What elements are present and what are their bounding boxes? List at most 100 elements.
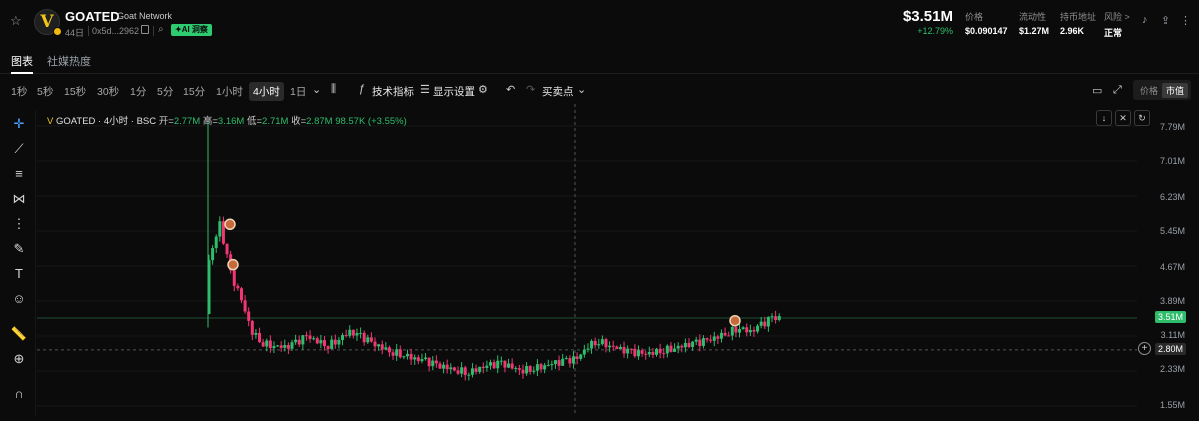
fullscreen-icon[interactable]: ⤢ <box>1113 84 1122 97</box>
candle-body <box>608 345 612 348</box>
arrow-down-icon[interactable]: ↓ <box>1096 110 1112 126</box>
interval-1s[interactable]: 1秒 <box>11 84 27 99</box>
contract-address[interactable]: 0x5d...2962 <box>92 26 139 36</box>
candle-body <box>756 325 760 332</box>
toggle-price[interactable]: 价格 <box>1136 83 1162 98</box>
stat-value: 2.96K <box>1060 26 1085 36</box>
tab-chart[interactable]: 图表 <box>11 53 33 69</box>
candle-body <box>655 348 659 355</box>
legend-low: 2.71M <box>262 116 289 127</box>
candle-type-icon[interactable]: ⫼ <box>331 83 336 96</box>
interval-5m[interactable]: 5分 <box>157 84 173 99</box>
indicators-icon[interactable]: ƒ <box>359 83 365 95</box>
legend-title: GOATED · 4小时 · BSC <box>55 116 157 127</box>
y-tick: 1.55M <box>1159 400 1185 410</box>
interval-1d[interactable]: 1日 <box>290 84 306 99</box>
gear-icon[interactable]: ⚙ <box>478 83 488 96</box>
candle-body <box>727 335 731 337</box>
legend-high: 3.16M <box>217 116 245 127</box>
copy-icon[interactable] <box>141 25 149 34</box>
candle-body <box>416 357 420 362</box>
tab-social[interactable]: 社媒热度 <box>47 53 91 69</box>
layout-icon[interactable]: ▭ <box>1092 84 1102 97</box>
trade-points-button[interactable]: 买卖点 <box>542 84 574 99</box>
zoom-icon[interactable]: ⊕ <box>10 350 28 368</box>
toggle-mcap[interactable]: 市值 <box>1162 83 1189 98</box>
candle-body <box>485 365 489 368</box>
refresh-icon[interactable]: ↻ <box>1134 110 1150 126</box>
candle-body <box>315 338 319 344</box>
candlestick-chart[interactable] <box>37 104 1199 416</box>
interval-30s[interactable]: 30秒 <box>97 84 119 99</box>
price-chart[interactable] <box>37 104 1199 416</box>
candle-body <box>434 360 438 364</box>
text-icon[interactable]: T <box>10 265 28 283</box>
magnet-icon[interactable]: ∩ <box>10 385 28 403</box>
ai-insight-badge[interactable]: ✦AI 洞察 <box>171 24 212 36</box>
candle-body <box>615 346 619 349</box>
candle-body <box>709 339 713 341</box>
candle-body <box>268 340 272 349</box>
display-icon[interactable]: ☰ <box>420 83 430 96</box>
candle-body <box>463 367 467 376</box>
interval-1m[interactable]: 1分 <box>130 84 146 99</box>
candle-body <box>590 340 594 349</box>
candle-body <box>341 335 345 340</box>
candle-body <box>546 365 550 367</box>
candle-body <box>312 338 316 340</box>
candle-body <box>734 326 738 333</box>
candle-body <box>319 340 323 344</box>
display-settings-button[interactable]: 显示设置 <box>433 84 475 99</box>
interval-15s[interactable]: 15秒 <box>64 84 86 99</box>
candle-body <box>662 353 666 355</box>
pattern-icon[interactable]: ⋈ <box>10 190 28 208</box>
interval-15m[interactable]: 15分 <box>183 84 205 99</box>
candle-body <box>456 370 460 374</box>
indicators-button[interactable]: 技术指标 <box>372 84 414 99</box>
chevron-down-icon[interactable]: ⌄ <box>312 83 321 96</box>
interval-1h[interactable]: 1小时 <box>216 84 243 99</box>
star-icon[interactable]: ☆ <box>10 13 22 29</box>
candle-body <box>225 243 229 255</box>
stat-label: 价格 <box>965 12 984 22</box>
undo-icon[interactable]: ↶ <box>506 83 515 96</box>
candle-body <box>283 345 287 348</box>
interval-5s[interactable]: 5秒 <box>37 84 53 99</box>
horizontal-lines-icon[interactable]: ≡ <box>10 165 28 183</box>
candle-body <box>344 335 348 337</box>
candle-body <box>553 360 557 365</box>
crosshair-icon[interactable]: ✛ <box>10 115 28 133</box>
emoji-icon[interactable]: ☺ <box>10 290 28 308</box>
candle-body <box>763 321 767 327</box>
add-alert-icon[interactable]: + <box>1138 342 1151 355</box>
stat-risk[interactable]: 风险 > 正常 <box>1104 10 1130 39</box>
more-icon[interactable]: ⋮ <box>1180 14 1191 27</box>
fib-icon[interactable]: ⋮ <box>10 215 28 233</box>
trade-marker <box>224 218 236 231</box>
price-mcap-toggle[interactable]: 价格 市值 <box>1133 80 1191 100</box>
bell-icon[interactable]: ♪ <box>1142 14 1148 26</box>
search-icon[interactable]: ⌕ <box>158 24 164 35</box>
candle-body <box>618 347 622 349</box>
candle-body <box>355 333 359 336</box>
chevron-down-icon[interactable]: ⌄ <box>577 83 586 96</box>
candle-body <box>543 365 547 370</box>
ruler-icon[interactable]: 📏 <box>10 325 28 343</box>
token-header: ☆ V GOATED Goat Network 44日 0x5d...2962 … <box>0 0 1199 44</box>
trend-line-icon[interactable]: ⟋ <box>10 140 28 158</box>
drawing-toolbar: ✛ ⟋ ≡ ⋈ ⋮ ✎ T ☺ 📏 ⊕ ∩ <box>0 110 36 416</box>
brush-icon[interactable]: ✎ <box>10 240 28 258</box>
candle-body <box>330 339 334 349</box>
candle-body <box>730 326 734 336</box>
candle-body <box>445 364 449 370</box>
interval-4h[interactable]: 4小时 <box>249 82 284 101</box>
share-icon[interactable]: ⇪ <box>1161 14 1170 27</box>
candle-body <box>452 367 456 371</box>
collapse-icon[interactable]: ✕ <box>1115 110 1131 126</box>
candle-body <box>247 311 251 321</box>
y-tick: 6.23M <box>1159 192 1185 202</box>
candle-body <box>261 342 265 347</box>
redo-icon[interactable]: ↷ <box>526 83 535 96</box>
stat-label: 流动性 <box>1019 12 1047 22</box>
candle-body <box>698 339 702 346</box>
